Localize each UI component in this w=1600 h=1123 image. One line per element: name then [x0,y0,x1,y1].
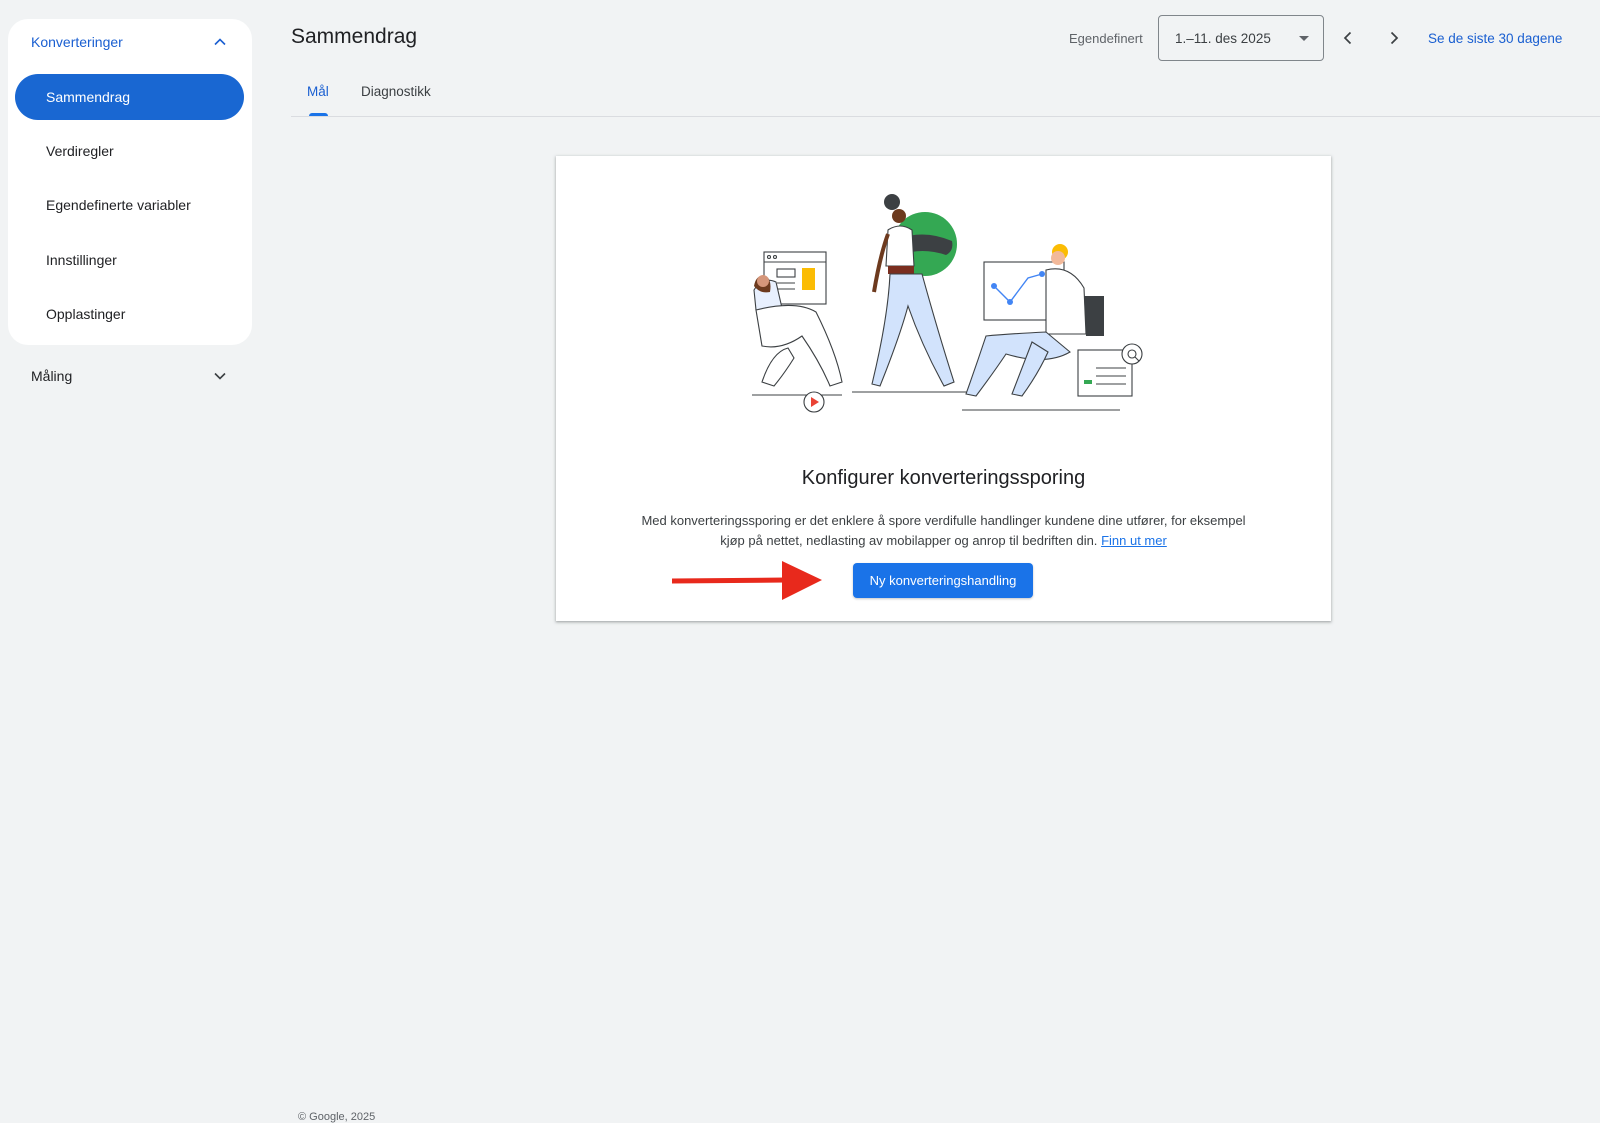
date-range-select[interactable]: 1.–11. des 2025 [1158,15,1324,61]
annotation-arrow-icon [672,561,822,600]
dropdown-caret-icon [1299,35,1309,41]
chevron-left-icon [1343,31,1352,45]
nav-group-maling[interactable]: Måling [8,354,252,398]
empty-state-description: Med konverteringssporing er det enklere … [636,511,1251,550]
nav-group-konverteringer[interactable]: Konverteringer [8,19,252,65]
page-title: Sammendrag [291,25,418,48]
next-period-button[interactable] [1382,26,1406,50]
sidebar-item-innstillinger[interactable]: Innstillinger [15,237,244,283]
chevron-down-icon [214,372,226,380]
team-illustration [752,194,1143,413]
date-range-value: 1.–11. des 2025 [1175,30,1271,46]
sidebar-item-verdiregler[interactable]: Verdiregler [15,128,244,174]
new-conversion-action-button[interactable]: Ny konverteringshandling [853,563,1033,598]
chevron-right-icon [1390,31,1399,45]
nav-group-label: Måling [31,368,73,384]
previous-period-button[interactable] [1336,26,1360,50]
date-range-label: Egendefinert [1069,31,1143,46]
sidebar-item-egendefinerte-variabler[interactable]: Egendefinerte variabler [15,182,244,228]
tab-mal[interactable]: Mål [307,84,329,99]
tabs-divider [291,116,1600,117]
nav-group-label: Konverteringer [31,34,123,50]
sidebar-item-sammendrag[interactable]: Sammendrag [15,74,244,120]
empty-state-card: Konfigurer konverteringssporing Med konv… [556,156,1331,621]
learn-more-link[interactable]: Finn ut mer [1101,533,1167,548]
last-30-days-link[interactable]: Se de siste 30 dagene [1428,31,1562,46]
empty-state-title: Konfigurer konverteringssporing [801,467,1086,489]
chevron-up-icon [214,38,226,46]
tab-diagnostikk[interactable]: Diagnostikk [361,84,431,99]
sidebar-item-opplastinger[interactable]: Opplastinger [15,291,244,337]
footer-copyright: © Google, 2025 [298,1111,376,1123]
sidebar-nav: Konverteringer Sammendrag Verdiregler Eg… [8,19,252,345]
